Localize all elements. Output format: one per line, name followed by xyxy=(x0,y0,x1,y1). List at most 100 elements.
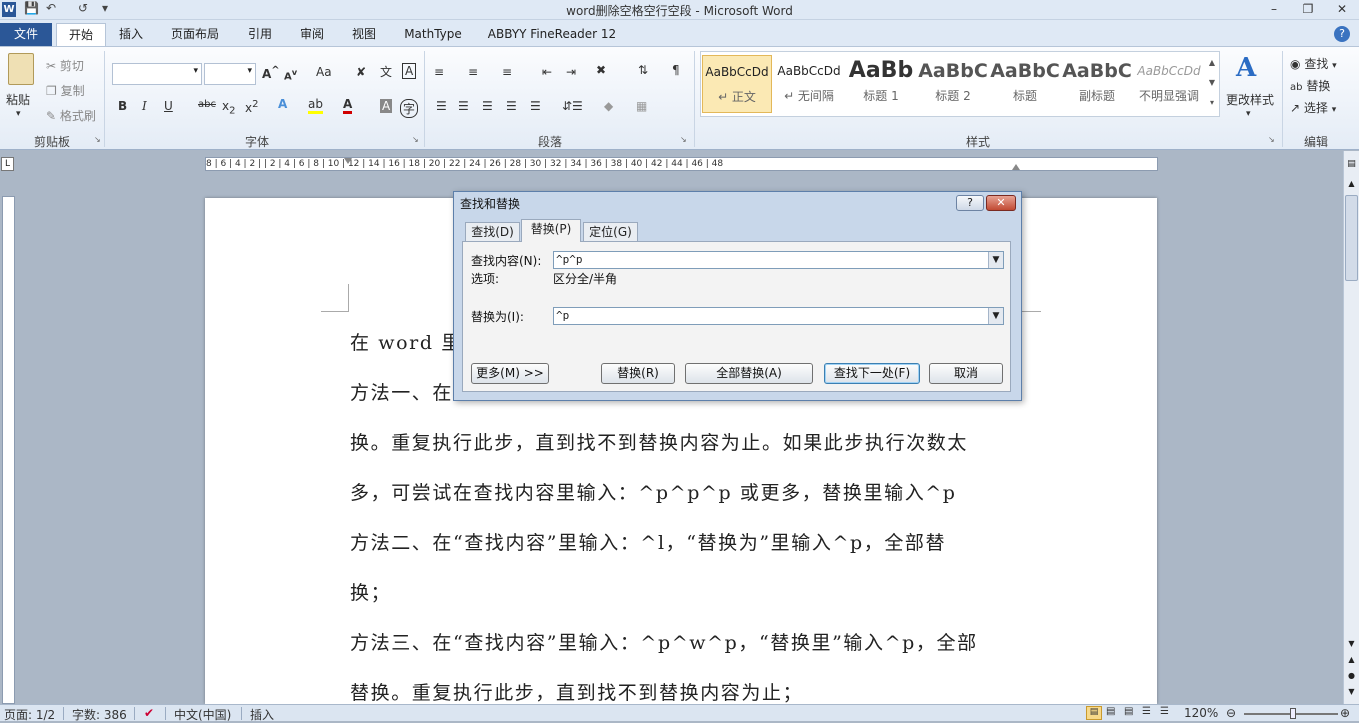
browse-object-icon[interactable]: ● xyxy=(1345,671,1358,685)
font-color-icon[interactable]: A xyxy=(343,97,353,114)
shading-icon[interactable]: ◆ xyxy=(604,99,613,113)
tab-references[interactable]: 引用 xyxy=(238,23,282,46)
scroll-thumb[interactable] xyxy=(1345,195,1358,281)
maximize-button[interactable]: ❐ xyxy=(1294,0,1322,18)
find-what-input[interactable]: ^p^p xyxy=(553,251,1004,269)
sort-icon[interactable]: ⇅ xyxy=(638,63,648,77)
scroll-down-button[interactable]: ▼ xyxy=(1345,639,1358,653)
style-no-spacing[interactable]: AaBbCcDd ↵ 无间隔 xyxy=(774,55,844,113)
bold-button[interactable]: B xyxy=(118,99,127,113)
distributed-icon[interactable]: ☰ xyxy=(530,99,541,113)
cancel-button[interactable]: 取消 xyxy=(929,363,1003,384)
insert-mode[interactable]: 插入 xyxy=(250,706,274,723)
asian-layout-icon[interactable]: ✖ xyxy=(596,63,606,77)
word-count[interactable]: 字数: 386 xyxy=(72,706,127,723)
increase-indent-icon[interactable]: ⇥ xyxy=(566,65,576,79)
replace-with-input[interactable]: ^p xyxy=(553,307,1004,325)
align-right-icon[interactable]: ☰ xyxy=(482,99,493,113)
borders-icon[interactable]: ▦ xyxy=(636,99,647,113)
replace-button[interactable]: 替换(R) xyxy=(601,363,675,384)
tab-insert[interactable]: 插入 xyxy=(110,23,152,46)
chevron-down-icon[interactable]: ▾ xyxy=(1246,109,1251,119)
print-layout-icon[interactable]: ▤ xyxy=(1086,706,1102,720)
replace-dropdown-icon[interactable]: ▼ xyxy=(988,308,1003,324)
superscript-button[interactable]: x2 xyxy=(245,99,258,115)
style-heading-2[interactable]: AaBbC 标题 2 xyxy=(918,55,988,113)
clipboard-launcher-icon[interactable]: ↘ xyxy=(94,135,101,144)
bullets-icon[interactable]: ≡ xyxy=(434,65,444,79)
help-icon[interactable]: ? xyxy=(1334,26,1350,42)
char-shading-icon[interactable]: A xyxy=(380,99,393,113)
paragraph-launcher-icon[interactable]: ↘ xyxy=(680,135,687,144)
tab-page-layout[interactable]: 页面布局 xyxy=(162,23,228,46)
draft-icon[interactable]: ☰ xyxy=(1160,706,1169,717)
style-subtitle[interactable]: AaBbC 副标题 xyxy=(1062,55,1132,113)
right-indent-marker-icon[interactable] xyxy=(1012,164,1020,170)
close-button[interactable]: ✕ xyxy=(1328,0,1356,18)
more-button[interactable]: 更多(M) >> xyxy=(471,363,549,384)
zoom-out-icon[interactable]: ⊖ xyxy=(1226,706,1236,720)
tab-mathtype[interactable]: MathType xyxy=(396,23,470,46)
full-screen-reading-icon[interactable]: ▤ xyxy=(1106,706,1115,717)
text-effects-icon[interactable]: A xyxy=(278,97,287,111)
multilevel-list-icon[interactable]: ≡ xyxy=(502,65,512,79)
shrink-font-button[interactable]: Av xyxy=(284,67,297,82)
select-button[interactable]: ↗ 选择 ▾ xyxy=(1290,99,1336,116)
web-layout-icon[interactable]: ▤ xyxy=(1124,706,1133,717)
tab-abbyy[interactable]: ABBYY FineReader 12 xyxy=(482,23,622,46)
italic-button[interactable]: I xyxy=(142,99,147,113)
strikethrough-button[interactable]: abc xyxy=(198,99,216,110)
tab-file[interactable]: 文件 xyxy=(0,23,52,46)
zoom-slider-thumb[interactable] xyxy=(1290,708,1296,719)
cut-button[interactable]: ✂ 剪切 xyxy=(46,57,84,74)
horizontal-ruler[interactable]: 8 | 6 | 4 | 2 | | 2 | 4 | 6 | 8 | 10 | 1… xyxy=(205,157,1158,171)
font-launcher-icon[interactable]: ↘ xyxy=(412,135,419,144)
style-title[interactable]: AaBbC 标题 xyxy=(990,55,1060,113)
phonetic-guide-icon[interactable]: 文 xyxy=(380,63,392,80)
highlight-icon[interactable]: ab xyxy=(308,97,323,114)
change-styles-icon[interactable]: A xyxy=(1236,53,1256,83)
page-count[interactable]: 页面: 1/2 xyxy=(4,706,55,723)
tab-replace[interactable]: 替换(P) xyxy=(521,219,581,242)
indent-marker-icon[interactable] xyxy=(344,158,352,171)
tab-selector[interactable]: L xyxy=(1,157,14,171)
tab-review[interactable]: 审阅 xyxy=(290,23,334,46)
replace-all-button[interactable]: 全部替换(A) xyxy=(685,363,813,384)
align-left-icon[interactable]: ☰ xyxy=(436,99,447,113)
clear-format-icon[interactable]: ✘ xyxy=(356,65,366,79)
style-normal[interactable]: AaBbCcDd ↵ 正文 xyxy=(702,55,772,113)
line-spacing-icon[interactable]: ⇵☰ xyxy=(562,99,583,113)
next-page-icon[interactable]: ▼ xyxy=(1345,687,1358,701)
change-styles-button[interactable]: 更改样式 xyxy=(1226,91,1274,108)
style-subtle-emphasis[interactable]: AaBbCcDd 不明显强调 xyxy=(1134,55,1204,113)
dialog-help-button[interactable]: ? xyxy=(956,195,984,211)
show-marks-icon[interactable]: ¶ xyxy=(672,63,680,77)
justify-icon[interactable]: ☰ xyxy=(506,99,517,113)
tab-home[interactable]: 开始 xyxy=(56,23,106,46)
font-name-combo[interactable]: ▾ xyxy=(112,63,202,85)
styles-launcher-icon[interactable]: ↘ xyxy=(1268,135,1275,144)
tab-find[interactable]: 查找(D) xyxy=(465,222,520,241)
replace-button[interactable]: ab 替换 xyxy=(1290,77,1330,94)
find-next-button[interactable]: 查找下一处(F) xyxy=(824,363,920,384)
numbering-icon[interactable]: ≡ xyxy=(468,65,478,79)
font-size-combo[interactable]: ▾ xyxy=(204,63,256,85)
outline-icon[interactable]: ☰ xyxy=(1142,706,1151,717)
vertical-ruler[interactable] xyxy=(2,196,15,704)
minimize-button[interactable]: – xyxy=(1260,0,1288,18)
format-painter-button[interactable]: ✎ 格式刷 xyxy=(46,107,96,124)
char-border-icon[interactable]: A xyxy=(402,63,417,79)
find-dropdown-icon[interactable]: ▼ xyxy=(988,252,1003,268)
enclose-char-icon[interactable]: 字 xyxy=(400,99,419,118)
paste-button[interactable]: 粘贴 xyxy=(6,91,30,108)
change-case-button[interactable]: Aa xyxy=(316,65,332,79)
find-button[interactable]: ◉ 查找 ▾ xyxy=(1290,55,1337,72)
tab-goto[interactable]: 定位(G) xyxy=(583,222,638,241)
language[interactable]: 中文(中国) xyxy=(174,706,231,723)
subscript-button[interactable]: x2 xyxy=(222,99,235,116)
zoom-in-icon[interactable]: ⊕ xyxy=(1340,706,1350,720)
paste-dropdown-icon[interactable]: ▾ xyxy=(16,109,21,119)
ruler-toggle-icon[interactable]: ▤ xyxy=(1345,159,1358,173)
underline-button[interactable]: U xyxy=(164,99,173,113)
dialog-close-button[interactable]: ✕ xyxy=(986,195,1016,211)
